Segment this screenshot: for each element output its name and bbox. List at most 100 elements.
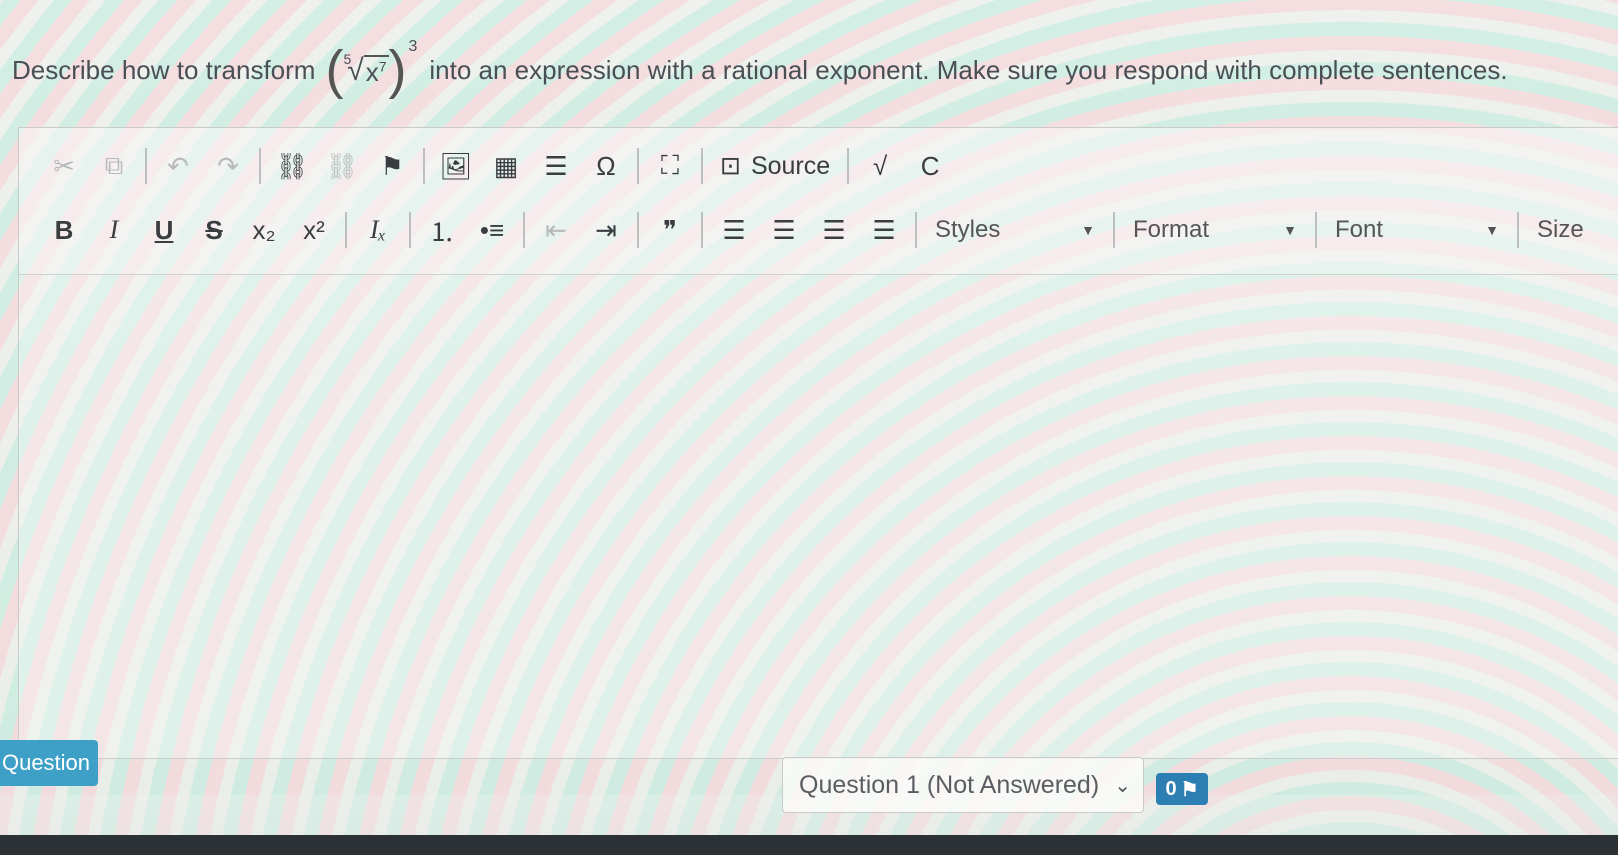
bullet-list-button[interactable]: •≡: [470, 208, 514, 252]
maximize-button[interactable]: ⛶: [648, 144, 692, 188]
flag-icon: ⚑: [1180, 778, 1199, 801]
underline-button[interactable]: U: [142, 208, 186, 252]
math-button[interactable]: √: [858, 144, 902, 188]
quote-icon: ❞: [663, 214, 677, 245]
toolbar-separator: [145, 148, 147, 184]
copy-button[interactable]: ⧉: [92, 144, 136, 188]
align-center-button[interactable]: ☰: [762, 208, 806, 252]
caret-down-icon: ▼: [1081, 222, 1095, 238]
root-index: 5: [343, 51, 352, 67]
toolbar-separator: [915, 212, 917, 248]
undo-icon: ↶: [167, 150, 189, 181]
bold-button[interactable]: B: [42, 208, 86, 252]
redo-button[interactable]: ↷: [206, 144, 250, 188]
copy-icon: ⧉: [104, 150, 124, 180]
justify-button[interactable]: ☰: [862, 208, 906, 252]
square-root-icon: √: [873, 150, 888, 181]
question-select-value: Question 1 (Not Answered): [799, 770, 1100, 799]
caret-down-icon: ▼: [1485, 222, 1499, 238]
clear-format-icon: Iₓ: [369, 215, 387, 244]
subscript-icon: x₂: [252, 214, 276, 245]
question-tab[interactable]: Question: [0, 740, 98, 786]
indent-icon: ⇥: [595, 214, 617, 245]
toolbar-separator: [345, 212, 347, 248]
source-label: Source: [750, 151, 831, 180]
flag-count-badge[interactable]: 0 ⚑: [1156, 773, 1208, 805]
toolbar-separator: [701, 148, 703, 184]
toolbar-separator: [523, 212, 525, 248]
image-icon: 🖼: [439, 150, 473, 181]
flag-icon: ⚑: [380, 150, 404, 181]
toolbar-separator: [701, 212, 703, 248]
maximize-icon: ⛶: [660, 150, 680, 180]
align-left-icon: ☰: [722, 214, 746, 245]
special-char-button[interactable]: Ω: [584, 144, 628, 188]
underline-icon: U: [154, 214, 174, 245]
align-right-button[interactable]: ☰: [812, 208, 856, 252]
toolbar-separator: [847, 148, 850, 184]
flag-count: 0: [1165, 777, 1177, 800]
size-dropdown[interactable]: Size: [1527, 210, 1607, 250]
chemistry-button[interactable]: C: [908, 144, 952, 188]
cut-button[interactable]: ✂: [42, 144, 86, 188]
unlink-icon: ⛓: [325, 150, 359, 181]
remove-format-button[interactable]: Iₓ: [356, 208, 400, 252]
caret-down-icon: ▼: [1283, 222, 1297, 238]
toolbar-separator: [637, 148, 639, 184]
omega-icon: Ω: [596, 150, 616, 181]
image-button[interactable]: 🖼: [434, 144, 478, 188]
table-icon: ▦: [493, 150, 519, 181]
toolbar-separator: [409, 212, 411, 248]
font-dropdown[interactable]: Font ▼: [1325, 210, 1509, 250]
align-justify-icon: ☰: [872, 214, 896, 245]
align-left-button[interactable]: ☰: [712, 208, 756, 252]
anchor-button[interactable]: ⚑: [370, 144, 414, 188]
radicand: x7: [363, 54, 389, 88]
toolbar-row-2: B I U Sx₂ x² Iₓ ⒈ •≡ ⇤ ⇥ ❞ ☰ ☰ ☰ ☰ Styles ▼ Format ▼ Fon…: [39, 204, 1609, 256]
source-button[interactable]: ⊡ Source: [712, 144, 838, 188]
blockquote-button[interactable]: ❞: [648, 208, 692, 252]
link-button[interactable]: ⛓: [270, 144, 314, 188]
bullet-list-icon: •≡: [479, 214, 505, 245]
undo-button[interactable]: ↶: [156, 144, 200, 188]
unlink-button[interactable]: ⛓: [320, 144, 364, 188]
redo-icon: ↷: [217, 150, 239, 181]
bold-icon: B: [54, 214, 74, 245]
subscript-button[interactable]: x₂: [242, 208, 286, 252]
horizontal-line-button[interactable]: ☰: [534, 144, 578, 188]
link-icon: ⛓: [275, 150, 309, 181]
scissors-icon: ✂: [53, 150, 75, 181]
outdent-button[interactable]: ⇤: [534, 208, 578, 252]
radicand-base: x: [365, 56, 379, 87]
toolbar-row-1: ✂ ⧉ ↶ ↷ ⛓ ⛓ ⚑ 🖼 ▦ ☰ Ω ⛶ ⊡ Source √ C: [39, 140, 955, 192]
superscript-icon: x²: [303, 214, 325, 245]
math-expression: ( 5 √ x7 ) 3: [325, 38, 418, 100]
source-icon: ⊡: [720, 152, 741, 180]
question-select[interactable]: Question 1 (Not Answered) ⌄: [782, 757, 1144, 813]
editor-content-area[interactable]: [19, 275, 1618, 755]
prompt-text-before: Describe how to transform: [12, 54, 316, 85]
fifth-root: 5 √ x7: [343, 51, 389, 88]
align-center-icon: ☰: [772, 214, 796, 245]
superscript-button[interactable]: x²: [292, 208, 336, 252]
toolbar-separator: [637, 212, 639, 248]
table-button[interactable]: ▦: [484, 144, 528, 188]
c-icon: C: [920, 150, 940, 181]
outdent-icon: ⇤: [545, 214, 567, 245]
chevron-down-icon: ⌄: [1114, 775, 1131, 797]
toolbar-separator: [423, 148, 425, 184]
question-prompt: Describe how to transform ( 5 √ x7 ) 3 i…: [12, 30, 1612, 110]
styles-dropdown[interactable]: Styles ▼: [925, 210, 1105, 250]
screen-bottom-edge: [0, 835, 1618, 855]
prompt-text-after: into an expression with a rational expon…: [429, 54, 1508, 85]
horizontal-rule-icon: ☰: [544, 150, 568, 181]
numbered-list-button[interactable]: ⒈: [420, 208, 464, 252]
indent-button[interactable]: ⇥: [584, 208, 628, 252]
italic-button[interactable]: I: [92, 208, 136, 252]
format-dropdown[interactable]: Format ▼: [1123, 210, 1307, 250]
strike-button[interactable]: S: [192, 208, 236, 252]
align-right-icon: ☰: [822, 214, 846, 245]
strikethrough-icon: S: [205, 214, 223, 245]
rich-text-editor: ✂ ⧉ ↶ ↷ ⛓ ⛓ ⚑ 🖼 ▦ ☰ Ω ⛶ ⊡ Source √ C B I U Sx₂ x² Iₓ ⒈ •≡ ⇤ ⇥ ❞ ☰ ☰…: [18, 127, 1618, 759]
numbered-list-icon: ⒈: [428, 216, 455, 247]
